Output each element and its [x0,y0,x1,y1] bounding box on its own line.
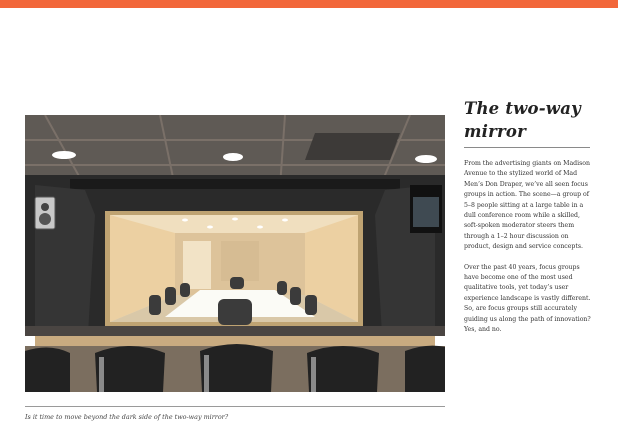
caption-divider [25,406,445,407]
article-paragraph-1: From the advertising giants on Madison A… [464,160,590,251]
title-divider [464,147,590,148]
article-title-line-2: mirror [464,122,527,141]
two-way-mirror-illustration [25,115,445,392]
figure-caption: Is it time to move beyond the dark side … [25,413,229,421]
article-title-line-1: The two-way [464,99,581,118]
article-title: The two-way mirror [464,97,604,143]
article-body: From the advertising giants on Madison A… [464,159,594,346]
article-paragraph-2: Over the past 40 years, focus groups hav… [464,263,591,334]
top-accent-bar [0,0,618,8]
